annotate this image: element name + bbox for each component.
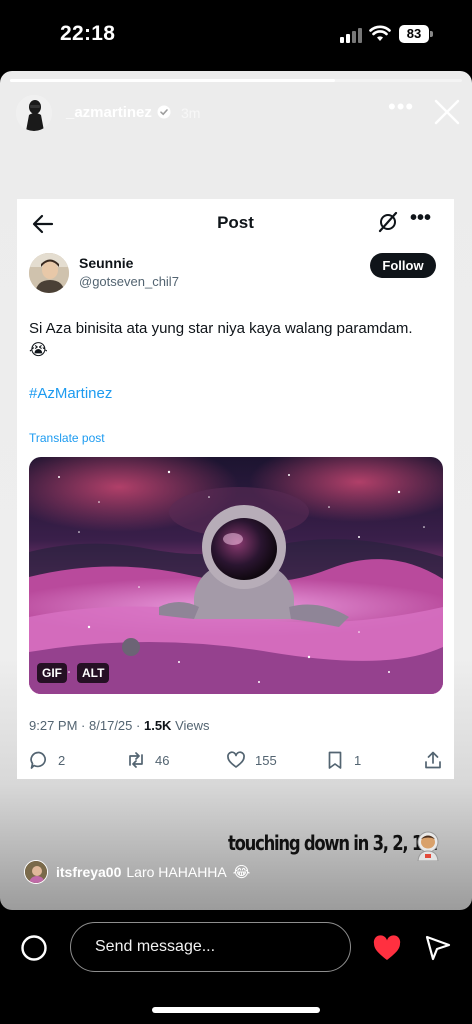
post-more-button[interactable]: ••• [410, 208, 434, 231]
like-count: 155 [255, 752, 277, 768]
astronaut-emoji-icon [417, 831, 439, 861]
mention-username[interactable]: itsfreya00 [56, 864, 121, 880]
story-viewer[interactable]: _azmartinez 3m ••• Post ••• Seunnie @got… [0, 71, 472, 910]
post-time: 9:27 PM [29, 718, 78, 733]
repost-button[interactable]: 46 [126, 747, 169, 773]
story-reply-bar [0, 912, 472, 1024]
story-more-button[interactable]: ••• [388, 96, 413, 121]
story-user-avatar[interactable] [16, 95, 52, 131]
reply-button[interactable]: 2 [29, 747, 65, 773]
story-mention-reply[interactable]: itsfreya00 Laro HAHAHHA 😂 [24, 859, 250, 885]
close-icon[interactable] [432, 97, 462, 127]
story-progress-bar [10, 79, 462, 82]
reply-count: 2 [58, 752, 66, 768]
story-header: _azmartinez 3m ••• [0, 89, 472, 139]
meta-separator: · [136, 718, 141, 733]
astronaut-gif-image [29, 457, 443, 694]
post-emoji: 😭 [29, 342, 48, 359]
views-count: 1.5K [143, 718, 172, 733]
bookmark-icon [328, 751, 342, 769]
share-icon [425, 751, 441, 769]
repost-icon [129, 752, 143, 768]
status-bar: 22:18 83 [0, 0, 472, 70]
share-button[interactable] [423, 747, 443, 773]
story-time-ago: 3m [181, 105, 201, 121]
gif-badge: GIF [37, 663, 67, 683]
translate-post-link[interactable]: Translate post [29, 431, 105, 445]
wifi-icon [369, 25, 391, 41]
battery-icon: 83 [399, 25, 429, 43]
alt-badge[interactable]: ALT [77, 663, 110, 683]
meta-separator: · [81, 718, 86, 733]
hashtag-link[interactable]: #AzMartinez [29, 385, 112, 402]
post-actions: 2 46 155 1 [17, 747, 454, 773]
views-label: Views [175, 718, 210, 733]
battery-tip [430, 31, 433, 37]
author-avatar[interactable] [29, 253, 69, 293]
heart-outline-icon [227, 751, 245, 768]
signal-icon [340, 27, 364, 43]
bookmark-count: 1 [354, 752, 362, 768]
post-media-gif[interactable]: GIF ALT [29, 457, 443, 694]
grok-icon[interactable] [377, 211, 399, 233]
author-name[interactable]: Seunnie [79, 255, 133, 271]
bookmark-button[interactable]: 1 [325, 747, 361, 773]
home-indicator [152, 1007, 320, 1013]
send-message-input[interactable] [70, 922, 351, 972]
heart-icon[interactable] [372, 934, 402, 962]
story-username[interactable]: _azmartinez [66, 104, 152, 121]
follow-button[interactable]: Follow [370, 253, 436, 278]
story-progress-fill [10, 79, 336, 82]
repost-count: 46 [155, 752, 170, 768]
post-metadata: 9:27 PM · 8/17/25 · 1.5K Views [29, 718, 210, 733]
mention-emoji: 😂 [232, 864, 251, 881]
mention-text: Laro HAHAHHA [126, 864, 227, 880]
story-text-sticker: touching down in 3, 2, 1... [228, 831, 438, 855]
post-text: Si Aza binisita ata yung star niya kaya … [29, 320, 413, 337]
post-date: 8/17/25 [89, 718, 133, 733]
camera-icon[interactable] [20, 934, 48, 962]
author-handle[interactable]: @gotseven_chil7 [79, 274, 179, 289]
embedded-post-card[interactable]: Post ••• Seunnie @gotseven_chil7 Follow … [17, 199, 454, 779]
send-icon[interactable] [424, 934, 452, 962]
verified-badge-icon [157, 105, 171, 119]
mention-avatar[interactable] [24, 860, 48, 884]
like-button[interactable]: 155 [226, 747, 277, 773]
status-time: 22:18 [60, 22, 116, 45]
reply-icon [30, 751, 46, 769]
